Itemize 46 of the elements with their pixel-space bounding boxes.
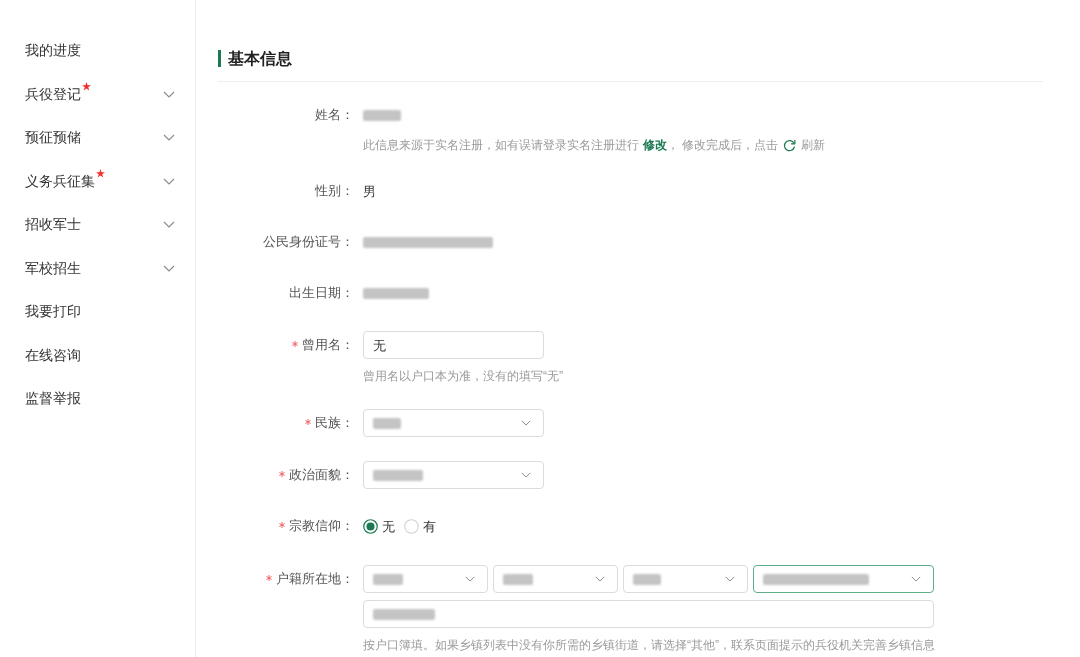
select-field[interactable] xyxy=(753,565,934,594)
field-label: 户籍所在地： xyxy=(276,570,354,588)
section-title: 基本信息 xyxy=(228,49,292,69)
sidebar-item-label: 招收军士 xyxy=(25,215,81,235)
sidebar-item-label: 监督举报 xyxy=(25,389,81,409)
sidebar-item-label: 军校招生 xyxy=(25,258,81,278)
sidebar-item[interactable]: 预征预储 xyxy=(0,116,195,160)
sidebar-item[interactable]: 义务兵征集 xyxy=(0,159,195,203)
chevron-icon xyxy=(911,576,921,583)
sidebar-item-label: 义务兵征集 xyxy=(25,171,95,191)
refresh-icon[interactable] xyxy=(783,138,797,152)
help-text: 曾用名以户口本为准，没有的填写“无” xyxy=(363,368,564,386)
field-value: 男 xyxy=(363,182,376,201)
sidebar-item-label: 我要打印 xyxy=(25,302,81,322)
sidebar-item[interactable]: 我的进度 xyxy=(0,29,195,73)
sidebar-item[interactable]: 在线咨询 xyxy=(0,333,195,377)
field-label: 民族： xyxy=(315,414,354,432)
field-label: 出生日期： xyxy=(289,284,354,302)
chevron-icon xyxy=(465,576,475,583)
radio-label[interactable]: 无 xyxy=(382,516,395,536)
sidebar-item-label: 在线咨询 xyxy=(25,345,81,365)
sidebar-item[interactable]: 军校招生 xyxy=(0,246,195,290)
sidebar-item-label: 预征预储 xyxy=(25,128,81,148)
edit-link[interactable]: 修改 xyxy=(643,135,667,156)
input-field[interactable] xyxy=(363,600,934,629)
radio-label[interactable]: 有 xyxy=(423,516,436,536)
sidebar-item-label: 我的进度 xyxy=(25,41,81,61)
sidebar-item[interactable]: 招收军士 xyxy=(0,203,195,247)
help-text: 按户口簿填。如果乡镇列表中没有你所需的乡镇街道，请选择“其他”，联系页面提示的兵役机关完善乡镇信息 xyxy=(363,637,936,655)
chevron-icon xyxy=(521,420,531,427)
field-label: 性别： xyxy=(315,182,354,200)
help-text: 此信息来源于实名注册，如有误请登录实名注册进行 修改， 修改完成后，点击 刷新 xyxy=(363,135,826,156)
sidebar-item[interactable]: 我要打印 xyxy=(0,290,195,334)
chevron-icon xyxy=(595,576,605,583)
field-label: 曾用名： xyxy=(302,336,354,354)
field-label: 姓名： xyxy=(315,106,354,124)
sidebar-item-label: 兵役登记 xyxy=(25,84,81,104)
radio-icon[interactable] xyxy=(363,518,378,534)
field-label: 公民身份证号： xyxy=(263,233,354,251)
chevron-icon xyxy=(725,576,735,583)
chevron-icon xyxy=(521,472,531,479)
sidebar-item[interactable]: 兵役登记 xyxy=(0,72,195,116)
sidebar-item[interactable]: 监督举报 xyxy=(0,377,195,421)
input-field[interactable]: 无 xyxy=(363,331,544,360)
field-label: 宗教信仰： xyxy=(289,517,354,535)
field-label: 政治面貌： xyxy=(289,466,354,484)
